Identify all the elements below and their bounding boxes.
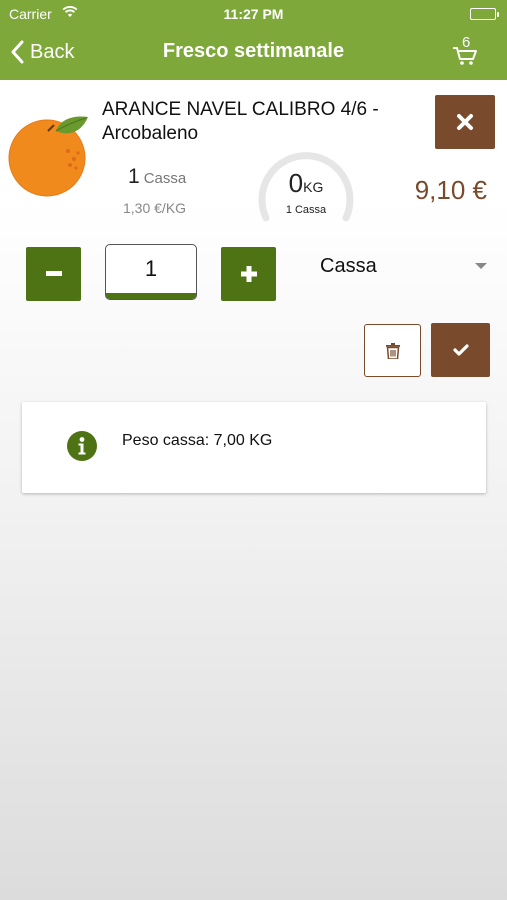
minus-icon — [45, 271, 62, 276]
weight-unit: KG — [303, 179, 324, 195]
weight-readout: 0KG — [258, 168, 354, 199]
quantity-input[interactable] — [106, 245, 196, 293]
quantity-value: 1 — [128, 165, 140, 188]
plus-icon — [240, 266, 257, 282]
status-time: 11:27 PM — [223, 6, 284, 22]
total-price: 9,10 € — [414, 175, 487, 205]
info-icon — [67, 431, 97, 466]
increase-quantity-button[interactable] — [221, 247, 276, 301]
remove-product-button[interactable] — [435, 95, 495, 149]
info-card: Peso cassa: 7,00 KG — [22, 402, 486, 493]
delete-button[interactable] — [364, 324, 421, 377]
nav-bar: Carrier 11:27 PM Back Fresco settimanale… — [0, 0, 507, 80]
quantity-unit: Cassa — [143, 170, 187, 187]
decrease-quantity-button[interactable] — [26, 247, 81, 301]
page-title: Fresco settimanale — [162, 40, 345, 62]
product-name: ARANCE NAVEL CALIBRO 4/6 - Arcobaleno — [102, 99, 379, 144]
trash-icon — [385, 342, 400, 359]
status-bar: Carrier 11:27 PM — [0, 0, 507, 28]
unit-dropdown-value: Cassa — [320, 255, 377, 277]
cart-button[interactable]: 6 — [452, 34, 482, 66]
unit-dropdown[interactable]: Cassa — [320, 255, 490, 285]
info-text: Peso cassa: 7,00 KG — [122, 432, 273, 449]
product-image — [8, 113, 90, 197]
battery-icon — [470, 8, 499, 20]
unit-price: 1,30 €/KG — [123, 200, 187, 216]
weight-caption: 1 Cassa — [285, 204, 327, 216]
quantity-field-wrapper — [105, 244, 197, 300]
weight-gauge: 0KG 1 Cassa — [258, 150, 354, 224]
confirm-button[interactable] — [431, 323, 490, 377]
weight-value: 0 — [288, 168, 304, 198]
quantity-input-underline — [106, 293, 196, 299]
chevron-down-icon — [475, 263, 487, 269]
close-icon — [457, 114, 473, 130]
cart-icon — [453, 47, 477, 65]
check-icon — [452, 344, 469, 356]
quantity-summary: 1 Cassa — [128, 165, 186, 189]
